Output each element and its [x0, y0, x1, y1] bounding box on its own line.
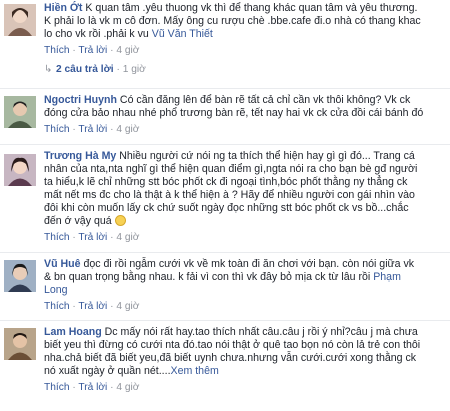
avatar[interactable] — [4, 328, 36, 360]
divider — [0, 144, 450, 145]
comment-text: nhân của nta,nta nghĩ gì thể hiện quan đ… — [44, 163, 418, 175]
reply-button[interactable]: Trả lời — [78, 45, 107, 56]
mention-link[interactable]: Phạm — [373, 271, 401, 283]
divider — [0, 88, 450, 89]
mention-link[interactable]: Vũ Văn Thiết — [152, 28, 213, 40]
comment-timestamp[interactable]: 4 giờ — [116, 45, 139, 56]
like-button[interactable]: Thích — [44, 124, 69, 135]
like-button[interactable]: Thích — [44, 301, 69, 312]
reply-button[interactable]: Trả lời — [78, 124, 107, 135]
comment-text: biết yeu thì đừng có cưới nta đó.tao nói… — [44, 339, 421, 351]
comment-text: đến ớ vậy quá — [44, 215, 115, 227]
smile-emoji-icon — [114, 215, 126, 226]
reply-button[interactable]: Trả lời — [78, 301, 107, 312]
comment-text: ta hiểu,k lẽ chỉ những stt bóc phốt ck đ… — [44, 176, 408, 188]
comment-text: lo cho vk rồi .phải k vu — [44, 28, 152, 40]
replies-time: · 1 giờ — [113, 64, 146, 75]
avatar[interactable] — [4, 96, 36, 128]
reply-button[interactable]: Trả lời — [78, 232, 107, 243]
comment-author[interactable]: Hiền Ớt — [44, 2, 82, 14]
comment-timestamp[interactable]: 4 giờ — [116, 232, 139, 243]
like-button[interactable]: Thích — [44, 45, 69, 56]
comment-timestamp[interactable]: 4 giờ — [116, 382, 139, 393]
comment-timestamp[interactable]: 4 giờ — [116, 301, 139, 312]
avatar[interactable] — [4, 4, 36, 36]
comment-text: Có cần đăng lên để bàn rẽ tất cả chỉ cần… — [116, 94, 411, 106]
comment-text: Dc mấy nói rất hay.tao thích nhất câu.câ… — [101, 326, 418, 338]
comment-text: đóng cửa bảo nhau nhé phổ trương bàn rẽ,… — [44, 107, 424, 119]
comment-author[interactable]: Lam Hoang — [44, 326, 102, 338]
divider — [0, 252, 450, 253]
comment-text: nó xuất ngày ở quần nét.... — [44, 365, 171, 377]
comment-timestamp[interactable]: 4 giờ — [116, 124, 139, 135]
comment-feed: Hiền Ớt K quan tâm .yêu thuong vk thì để… — [0, 0, 450, 411]
comment-actions: Thích · Trả lời · 4 giờ — [44, 45, 140, 56]
comment-text: K phải lo là vk m cô đơn. Mấy ông cu rượ… — [44, 15, 421, 27]
comment-actions: Thích · Trả lời · 4 giờ — [44, 382, 140, 393]
comment-text: K quan tâm .yêu thuong vk thì để thang k… — [82, 2, 418, 14]
mention-link-continued[interactable]: Long — [44, 284, 444, 297]
comment-author[interactable]: Trương Hà My — [44, 150, 116, 162]
like-button[interactable]: Thích — [44, 382, 69, 393]
like-button[interactable]: Thích — [44, 232, 69, 243]
reply-button[interactable]: Trả lời — [78, 382, 107, 393]
see-more-link[interactable]: Xem thêm — [171, 365, 219, 377]
comment-author[interactable]: Vũ Huê — [44, 258, 81, 270]
avatar[interactable] — [4, 260, 36, 292]
reply-arrow-icon: ↳ — [44, 64, 53, 75]
comment-actions: Thích · Trả lời · 4 giờ — [44, 232, 140, 243]
view-replies-link[interactable]: ↳ 2 câu trả lời · 1 giờ — [44, 63, 444, 76]
replies-count: 2 câu trả lời — [56, 64, 114, 75]
comment-text: & bn quan trọng bằng nhau. k fải vì con … — [44, 271, 374, 283]
comment-actions: Thích · Trả lời · 4 giờ — [44, 124, 140, 135]
comment-text: nha.chả biết đã biết yeu,đã biết uynh ch… — [44, 352, 417, 364]
comment-author[interactable]: Ngoctri Huynh — [44, 94, 117, 106]
comment-text: Nhiều người cứ nói ng ta thích thể hiện … — [116, 150, 415, 162]
comment-text: đọc đi rồi ngẫm cưới vk về mk toàn đi ăn… — [80, 258, 415, 270]
comment-actions: Thích · Trả lời · 4 giờ — [44, 301, 140, 312]
comment-text: đôi khi còn muốn lấy ck chứ suốt ngày đọ… — [44, 202, 409, 214]
avatar[interactable] — [4, 154, 36, 186]
comment-text: mất nết ms đc cho là thật à k thể hiện à… — [44, 189, 415, 201]
divider — [0, 320, 450, 321]
